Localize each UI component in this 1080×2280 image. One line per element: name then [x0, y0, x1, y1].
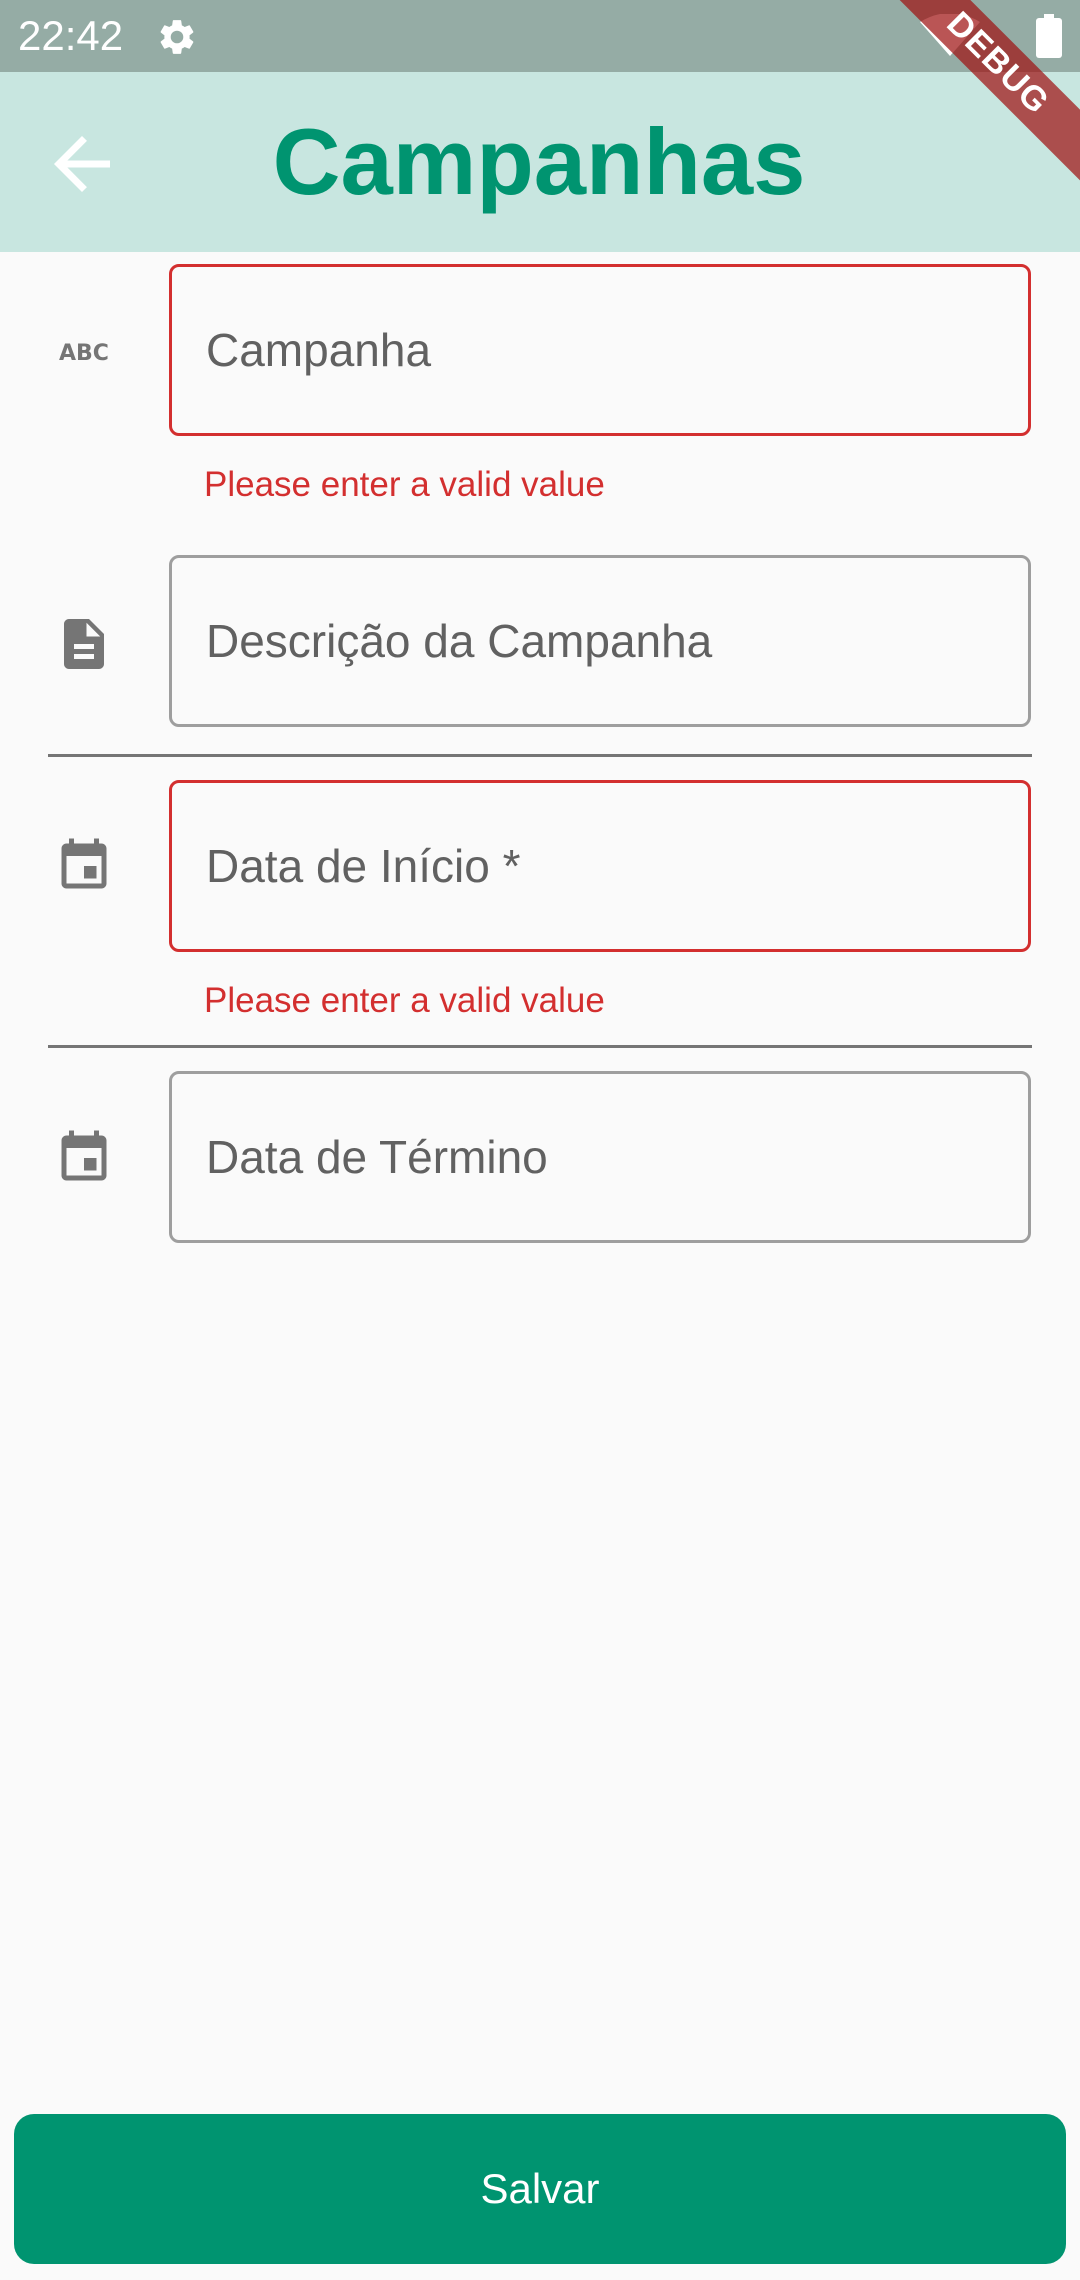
status-time: 22:42	[18, 12, 124, 59]
end-date-field[interactable]: Data de Término	[169, 1071, 1031, 1243]
campaign-field-label: Campanha	[206, 324, 432, 376]
svg-text:ABC: ABC	[59, 341, 109, 366]
end-date-field-label: Data de Término	[206, 1131, 548, 1183]
abc-icon: ABC	[59, 341, 109, 366]
settings-gear-icon	[160, 20, 194, 54]
calendar-icon	[61, 1130, 107, 1181]
save-button[interactable]: Salvar	[14, 2114, 1066, 2264]
calendar-icon	[61, 838, 107, 889]
description-field[interactable]: Descrição da Campanha	[169, 555, 1031, 727]
divider	[48, 1045, 1032, 1048]
app-bar: Campanhas	[0, 72, 1080, 252]
start-date-field-label: Data de Início *	[206, 840, 521, 892]
battery-icon	[1036, 14, 1062, 58]
status-bar: 22:42	[0, 0, 1080, 72]
page-title: Campanhas	[272, 109, 806, 214]
start-date-field[interactable]: Data de Início *	[169, 780, 1031, 952]
wifi-icon	[920, 14, 980, 56]
divider	[48, 754, 1032, 757]
campaign-field[interactable]: Campanha	[169, 264, 1031, 436]
save-button-label: Salvar	[480, 2165, 600, 2212]
campaign-error-text: Please enter a valid value	[204, 465, 605, 504]
start-date-error-text: Please enter a valid value	[204, 981, 605, 1020]
description-field-label: Descrição da Campanha	[206, 615, 713, 667]
document-icon	[64, 619, 104, 669]
